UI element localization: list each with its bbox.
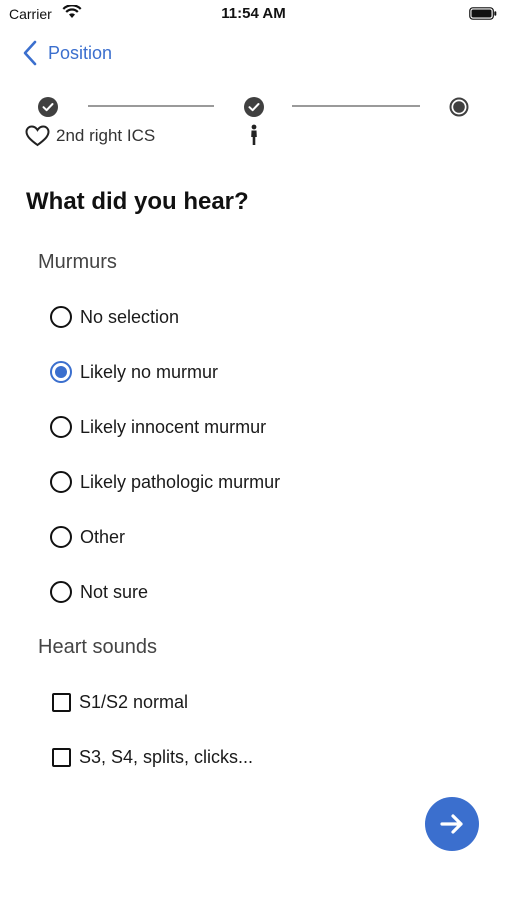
murmurs-section-label: Murmurs xyxy=(38,251,117,273)
heart-sounds-section-label: Heart sounds xyxy=(38,636,157,658)
radio-option-label: Not sure xyxy=(80,581,149,602)
next-button[interactable] xyxy=(425,797,479,851)
radio-button[interactable] xyxy=(50,581,72,603)
radio-option-likely-no-murmur[interactable]: Likely no murmur xyxy=(50,357,218,387)
checkbox[interactable] xyxy=(52,747,71,767)
radio-button[interactable] xyxy=(50,471,72,493)
radio-button[interactable] xyxy=(50,306,72,328)
person-icon xyxy=(251,124,257,145)
checkbox-option-label: S3, S4, splits, clicks... xyxy=(79,746,254,767)
radio-option-label: Other xyxy=(80,526,126,547)
heart-icon xyxy=(25,125,50,147)
checkbox[interactable] xyxy=(52,692,71,712)
status-bar: Carrier 11:54 AM xyxy=(0,0,507,28)
radio-option-label: Likely no murmur xyxy=(80,361,219,382)
radio-option-label: Likely innocent murmur xyxy=(80,416,267,437)
position-label: 2nd right ICS xyxy=(56,126,156,145)
checkbox-option-label: S1/S2 normal xyxy=(79,691,189,712)
clock: 11:54 AM xyxy=(221,5,286,22)
radio-option-likely-pathologic-murmur[interactable]: Likely pathologic murmur xyxy=(50,467,280,497)
radio-option-other[interactable]: Other xyxy=(50,522,125,552)
step-position-label: 2nd right ICS xyxy=(25,125,155,147)
back-button-label: Position xyxy=(48,42,113,63)
back-button[interactable]: Position xyxy=(22,38,112,68)
arrow-right-icon xyxy=(440,814,463,834)
progress-stepper: 2nd right ICS xyxy=(0,95,507,155)
check-icon xyxy=(244,97,264,117)
radio-button-selected[interactable] xyxy=(50,361,72,383)
radio-button[interactable] xyxy=(50,416,72,438)
radio-option-label: No selection xyxy=(80,306,180,327)
page-title: What did you hear? xyxy=(26,188,249,215)
chevron-left-icon xyxy=(23,40,37,66)
battery-icon xyxy=(469,7,497,20)
radio-option-not-sure[interactable]: Not sure xyxy=(50,577,148,607)
check-icon xyxy=(38,97,58,117)
radio-option-label: Likely pathologic murmur xyxy=(80,471,281,492)
radio-option-no-selection[interactable]: No selection xyxy=(50,302,179,332)
step-connector xyxy=(88,105,214,107)
radio-button[interactable] xyxy=(50,526,72,548)
step-connector xyxy=(292,105,420,107)
radio-option-likely-innocent-murmur[interactable]: Likely innocent murmur xyxy=(50,412,266,442)
checkbox-option-s3-s4-splits-clicks[interactable]: S3, S4, splits, clicks... xyxy=(50,742,253,772)
current-step-icon xyxy=(449,97,469,117)
checkbox-option-s1-s2-normal[interactable]: S1/S2 normal xyxy=(50,687,188,717)
